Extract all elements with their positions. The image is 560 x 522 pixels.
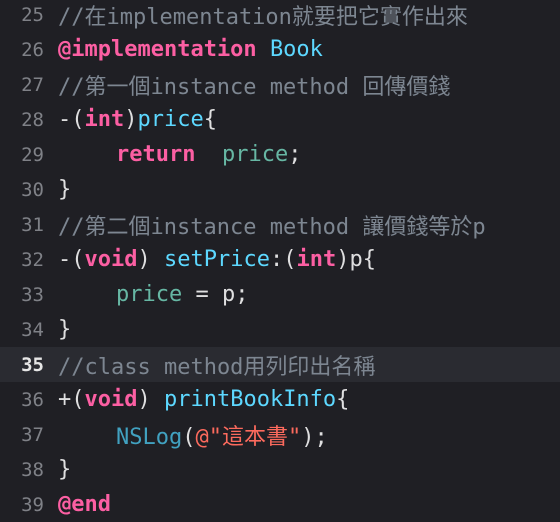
code-line[interactable]: 29 return price;: [0, 137, 560, 172]
code-line[interactable]: 37 NSLog(@"這本書");: [0, 417, 560, 452]
function-call-token: NSLog: [116, 424, 183, 450]
punctuation-token: ): [137, 387, 164, 412]
punctuation-token: }: [58, 317, 72, 342]
keyword-token: int: [296, 247, 337, 272]
code-line[interactable]: 38 }: [0, 452, 560, 487]
code-line[interactable]: 28 -(int)price{: [0, 102, 560, 137]
comment-token: //第一個instance method 回傳價錢: [58, 74, 451, 100]
punctuation-token: }: [58, 457, 72, 482]
code-line[interactable]: 32 -(void) setPrice:(int)p{: [0, 242, 560, 277]
variable-token: price: [221, 142, 289, 167]
line-number: 27: [21, 73, 44, 96]
line-number: 37: [21, 423, 44, 446]
method-name-token: setPrice: [163, 247, 270, 272]
punctuation-token: +(: [58, 387, 85, 412]
punctuation-token: :(: [269, 247, 297, 272]
string-literal-token: @"這本書": [195, 424, 302, 450]
line-number: 28: [21, 108, 44, 131]
code-text: NSLog(@"這本書");: [58, 419, 328, 451]
line-number: 31: [21, 213, 44, 236]
code-text: //class method用列印出名稱: [58, 349, 375, 381]
code-text: //第一個instance method 回傳價錢: [58, 69, 450, 101]
comment-token: //class method用列印出名稱: [58, 354, 376, 380]
class-name-token: Book: [269, 37, 323, 62]
line-number: 29: [21, 143, 44, 166]
method-name-token: price: [137, 107, 204, 132]
code-line[interactable]: 30 }: [0, 172, 560, 207]
keyword-token: void: [84, 247, 138, 272]
line-number: 36: [21, 388, 44, 411]
variable-token: price: [116, 282, 183, 307]
keyword-token: @implementation: [58, 37, 257, 62]
code-line[interactable]: 27 //第一個instance method 回傳價錢: [0, 67, 560, 102]
keyword-token: void: [84, 387, 138, 412]
code-text: //第二個instance method 讓價錢等於p: [58, 209, 486, 241]
punctuation-token: ): [124, 107, 138, 132]
code-line[interactable]: 25 //在implementation就要把它實作出來: [0, 0, 560, 32]
code-text: }: [58, 177, 71, 202]
punctuation-token: ;: [288, 142, 302, 167]
keyword-token: int: [84, 107, 125, 132]
line-number: 38: [21, 458, 44, 481]
code-line[interactable]: 34 }: [0, 312, 560, 347]
line-number: 39: [21, 493, 44, 516]
punctuation-token: (: [182, 424, 196, 450]
code-text: //在implementation就要把它實作出來: [58, 0, 468, 31]
punctuation-token: -(: [58, 247, 85, 272]
line-number: 33: [21, 283, 44, 306]
punctuation-token: }: [58, 177, 72, 202]
expression-token: = p;: [182, 282, 249, 307]
code-text: @implementation Book: [58, 37, 323, 62]
code-line[interactable]: 36 +(void) printBookInfo{: [0, 382, 560, 417]
current-code-line[interactable]: 35 //class method用列印出名稱: [0, 347, 560, 382]
code-line[interactable]: 26 @implementation Book: [0, 32, 560, 67]
comment-token: //在implementation就要把它實作出來: [58, 4, 468, 30]
line-number: 34: [21, 318, 44, 341]
keyword-token: return: [116, 142, 196, 167]
parameter-token: )p{: [336, 247, 376, 272]
current-line-number: 35: [21, 353, 44, 376]
line-number: 30: [21, 178, 44, 201]
code-text: @end: [58, 492, 111, 517]
comment-token: //第二個instance method 讓價錢等於p: [58, 214, 486, 240]
punctuation-token: ): [137, 247, 164, 272]
code-text: -(void) setPrice:(int)p{: [58, 247, 376, 272]
code-text: +(void) printBookInfo{: [58, 387, 349, 412]
code-line[interactable]: 39 @end: [0, 487, 560, 522]
punctuation-token: {: [203, 107, 217, 132]
code-text: }: [58, 317, 71, 342]
line-number: 26: [21, 38, 44, 61]
code-line[interactable]: 31 //第二個instance method 讓價錢等於p: [0, 207, 560, 242]
line-number: 25: [21, 3, 44, 26]
code-text: }: [58, 457, 71, 482]
punctuation-token: );: [301, 424, 328, 450]
keyword-token: @end: [58, 492, 111, 517]
line-number: 32: [21, 248, 44, 271]
code-text: -(int)price{: [58, 107, 217, 132]
code-line[interactable]: 33 price = p;: [0, 277, 560, 312]
punctuation-token: {: [336, 387, 350, 412]
code-text: price = p;: [58, 282, 248, 307]
method-name-token: printBookInfo: [163, 387, 337, 412]
code-text: return price;: [58, 142, 301, 167]
code-editor[interactable]: 25 //在implementation就要把它實作出來 26 @impleme…: [0, 0, 560, 522]
punctuation-token: -(: [58, 107, 85, 132]
